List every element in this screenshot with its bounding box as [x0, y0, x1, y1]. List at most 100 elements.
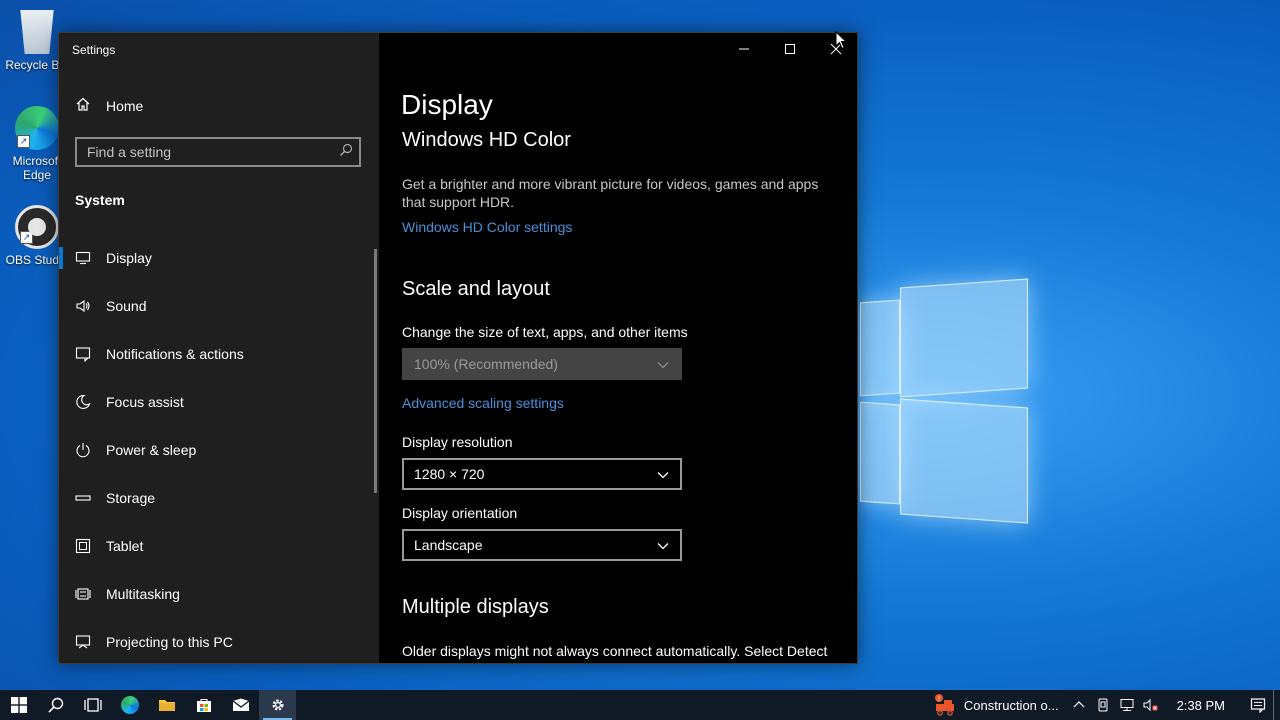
resolution-dropdown[interactable]: 1280 × 720	[402, 458, 682, 490]
tablet-icon	[75, 538, 91, 554]
sidebar-item-label: Display	[106, 250, 152, 266]
system-tray: ! Construction o... 2:38 PM	[930, 690, 1280, 720]
notification-icon	[1250, 698, 1266, 713]
store-icon	[196, 698, 211, 712]
minimize-button[interactable]	[721, 33, 767, 65]
window-title: Settings	[72, 43, 116, 57]
search-icon[interactable]	[339, 143, 353, 157]
sidebar-item-focus-assist[interactable]: Focus assist	[59, 378, 375, 426]
orientation-dropdown-value: Landscape	[414, 537, 483, 553]
sidebar-item-sound[interactable]: Sound	[59, 282, 375, 330]
folder-icon	[158, 700, 175, 711]
construction-vehicle-icon: !	[934, 694, 954, 716]
sidebar-item-label: Sound	[106, 298, 147, 314]
scale-dropdown[interactable]: 100% (Recommended)	[402, 348, 682, 380]
taskbar-settings[interactable]	[259, 690, 296, 720]
resolution-dropdown-value: 1280 × 720	[414, 466, 485, 482]
orientation-label: Display orientation	[402, 505, 518, 521]
sidebar-item-label: Tablet	[106, 538, 144, 554]
notification-icon	[75, 346, 91, 362]
search-button[interactable]	[37, 690, 74, 720]
shortcut-arrow-icon: ↗	[20, 231, 33, 244]
storage-icon	[75, 490, 91, 506]
device-icon	[1098, 698, 1108, 712]
windows-start-icon	[10, 697, 27, 713]
hdr-settings-link[interactable]: Windows HD Color settings	[402, 219, 572, 235]
svg-text:!: !	[938, 696, 940, 703]
settings-sidebar: Settings Home System Display Sound	[59, 33, 379, 663]
tray-app-label[interactable]: Construction o...	[964, 698, 1059, 713]
scale-heading: Scale and layout	[402, 278, 550, 300]
show-hidden-icons-button[interactable]	[1067, 690, 1091, 720]
scale-size-label: Change the size of text, apps, and other…	[402, 324, 688, 340]
shortcut-arrow-icon: ↗	[17, 135, 30, 148]
tray-network-button[interactable]	[1115, 690, 1139, 720]
sidebar-item-display[interactable]: Display	[59, 234, 375, 282]
page-title: Display	[401, 89, 493, 120]
hdr-heading: Windows HD Color	[402, 129, 571, 151]
recycle-bin-icon	[20, 10, 54, 54]
volume-muted-icon	[1143, 698, 1158, 712]
start-button[interactable]	[0, 690, 37, 720]
scale-dropdown-value: 100% (Recommended)	[414, 356, 558, 372]
multiple-displays-heading: Multiple displays	[402, 596, 549, 618]
sidebar-item-power-sleep[interactable]: Power & sleep	[59, 426, 375, 474]
resolution-label: Display resolution	[402, 434, 513, 450]
action-center-button[interactable]	[1243, 690, 1273, 720]
show-desktop-button[interactable]	[1273, 690, 1280, 720]
chevron-down-icon	[657, 543, 669, 550]
search-icon	[47, 697, 63, 713]
sidebar-item-label: Focus assist	[106, 394, 184, 410]
taskbar-file-explorer[interactable]	[148, 690, 185, 720]
tray-volume-button[interactable]	[1139, 690, 1163, 720]
gear-icon	[271, 699, 284, 711]
projecting-icon	[75, 634, 91, 650]
taskbar: ! Construction o... 2:38 PM	[0, 690, 1280, 720]
monitor-icon	[75, 250, 91, 266]
moon-icon	[75, 394, 91, 410]
sidebar-item-label: Notifications & actions	[106, 346, 244, 362]
nav-home[interactable]: Home	[75, 96, 143, 115]
sidebar-item-storage[interactable]: Storage	[59, 474, 375, 522]
tray-device-button[interactable]	[1091, 690, 1115, 720]
sidebar-item-notifications[interactable]: Notifications & actions	[59, 330, 375, 378]
speaker-icon	[75, 298, 91, 314]
search-input[interactable]	[77, 139, 347, 165]
windows-wallpaper-logo	[860, 278, 1028, 524]
sidebar-item-tablet[interactable]: Tablet	[59, 522, 375, 570]
task-view-icon	[83, 698, 102, 712]
sidebar-item-label: Multitasking	[106, 586, 180, 602]
settings-window: Settings Home System Display Sound	[58, 32, 858, 664]
sidebar-item-label: Projecting to this PC	[106, 634, 233, 650]
network-icon	[1120, 699, 1134, 711]
search-box[interactable]	[75, 137, 361, 167]
task-view-button[interactable]	[74, 690, 111, 720]
edge-icon	[120, 696, 139, 714]
advanced-scaling-link[interactable]: Advanced scaling settings	[402, 395, 564, 411]
sidebar-scrollbar[interactable]	[374, 249, 377, 493]
taskbar-store[interactable]	[185, 690, 222, 720]
multiple-displays-description: Older displays might not always connect …	[402, 643, 828, 659]
hdr-description: Get a brighter and more vibrant picture …	[402, 176, 819, 210]
maximize-icon	[785, 44, 795, 54]
orientation-dropdown[interactable]: Landscape	[402, 529, 682, 561]
sidebar-item-projecting[interactable]: Projecting to this PC	[59, 618, 375, 663]
mail-icon	[232, 698, 249, 711]
sidebar-item-label: Storage	[106, 490, 156, 506]
power-icon	[75, 442, 91, 458]
chevron-down-icon	[657, 472, 669, 479]
obs-icon: ↗	[15, 205, 59, 249]
nav-home-label: Home	[106, 97, 144, 114]
chevron-up-icon	[1073, 701, 1085, 708]
edge-icon: ↗	[15, 106, 59, 150]
sidebar-item-multitasking[interactable]: Multitasking	[59, 570, 375, 618]
nav-section-title: System	[75, 192, 125, 208]
mouse-cursor-icon	[835, 31, 847, 50]
taskbar-mail[interactable]	[222, 690, 259, 720]
tray-clock[interactable]: 2:38 PM	[1177, 698, 1225, 713]
tray-app-construction[interactable]: !	[930, 690, 962, 720]
maximize-button[interactable]	[767, 33, 813, 65]
taskbar-edge[interactable]	[111, 690, 148, 720]
home-icon	[75, 96, 91, 115]
sidebar-item-label: Power & sleep	[106, 442, 197, 458]
